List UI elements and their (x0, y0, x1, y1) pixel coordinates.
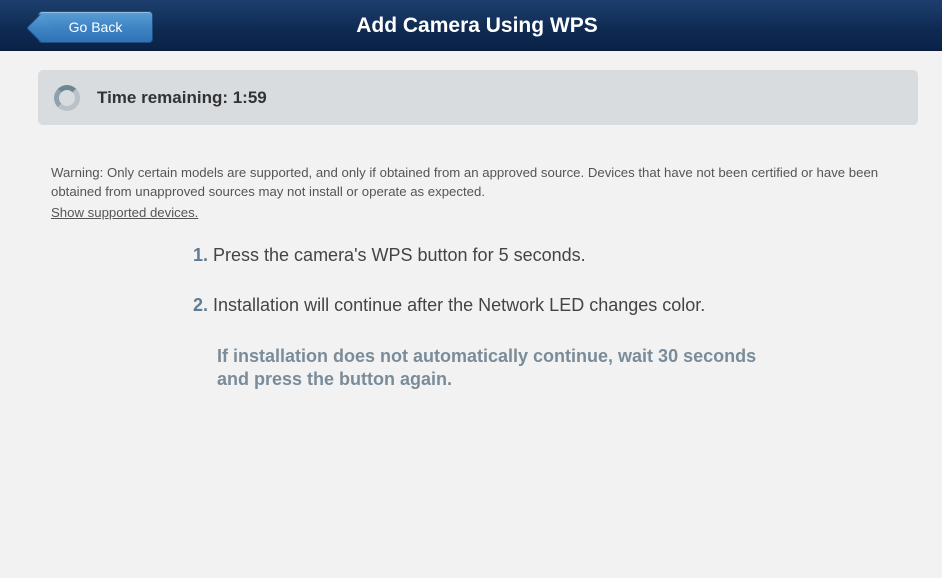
spinner-icon (54, 85, 80, 111)
step-2: 2. Installation will continue after the … (193, 295, 705, 316)
step-number: 1. (193, 245, 209, 265)
show-supported-devices-link[interactable]: Show supported devices. (51, 205, 198, 220)
go-back-button[interactable]: Go Back (38, 11, 153, 43)
time-remaining: Time remaining: 1:59 (97, 88, 267, 107)
step-1: 1. Press the camera's WPS button for 5 s… (193, 245, 586, 266)
step-number: 2. (193, 295, 209, 315)
timer-panel: Time remaining: 1:59 (38, 70, 918, 125)
step-text: Installation will continue after the Net… (208, 295, 706, 315)
warning-text: Warning: Only certain models are support… (51, 165, 879, 199)
step-text: Press the camera's WPS button for 5 seco… (208, 245, 586, 265)
retry-note: If installation does not automatically c… (217, 346, 757, 389)
go-back-label: Go Back (68, 19, 123, 35)
header-bar: Add Camera Using WPS Go Back (0, 0, 942, 51)
